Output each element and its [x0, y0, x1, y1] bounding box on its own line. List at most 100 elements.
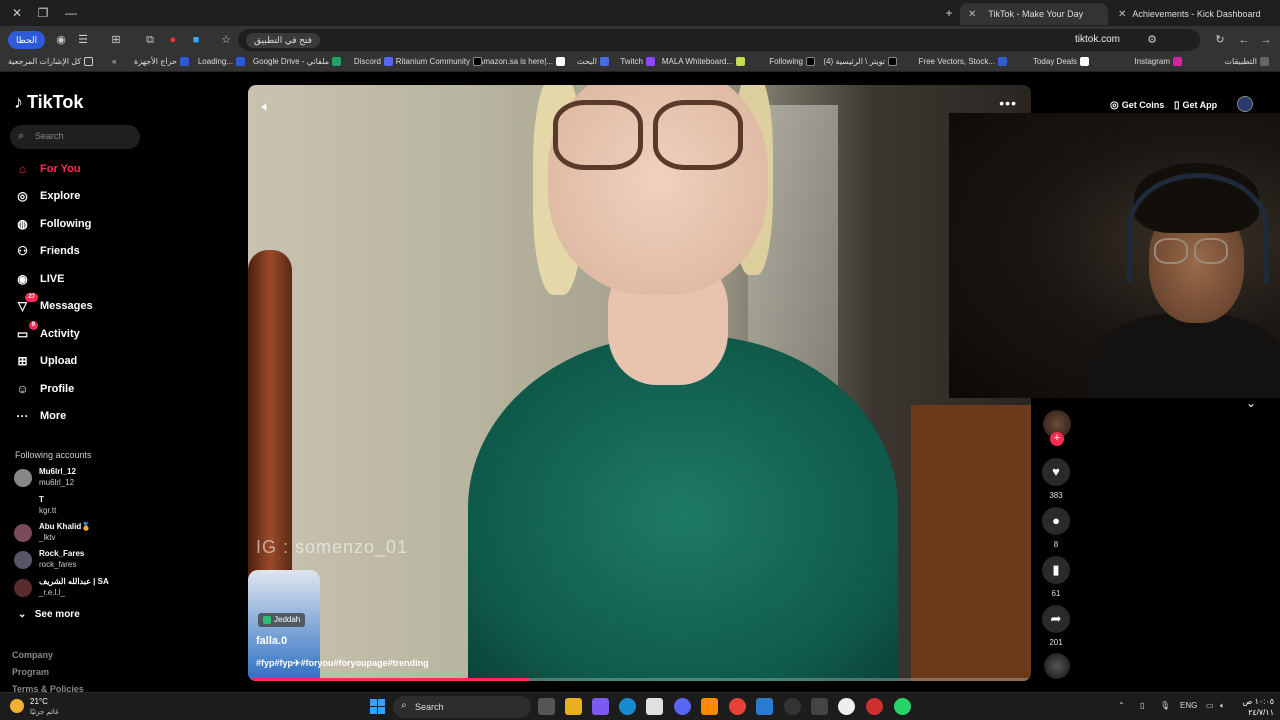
extension-icon[interactable]: ◉ — [53, 32, 69, 48]
weather-widget[interactable]: 21°C غائم جزئيًا — [10, 696, 70, 718]
bookmark-item[interactable]: Instagram — [1134, 57, 1185, 66]
location-tag[interactable]: Jeddah — [258, 613, 306, 627]
volume-icon[interactable]: 🔈︎ — [262, 98, 270, 115]
bookmark-item[interactable]: Google Drive - ملفاتي — [253, 57, 344, 66]
close-window-icon[interactable]: ✕ — [8, 4, 26, 22]
back-icon[interactable]: → — [1258, 32, 1274, 48]
bookmarks-overflow-icon[interactable]: « — [112, 57, 116, 66]
following-account[interactable]: Abu Khalid🏅 _lktv — [14, 522, 134, 546]
video-more-icon[interactable]: ••• — [999, 95, 1017, 111]
nav-messages[interactable]: ▽ 27 Messages — [14, 292, 93, 317]
nav-following[interactable]: ◍ Following — [14, 213, 91, 235]
store-icon[interactable] — [646, 698, 663, 715]
bookmark-item[interactable]: حراج الأجهزة — [134, 57, 192, 66]
tab-tiktok[interactable]: ✕ TikTok - Make Your Day — [960, 3, 1108, 25]
bookmark-item[interactable]: Free Vectors, Stock... — [919, 57, 1010, 66]
minimize-window-icon[interactable]: — — [62, 4, 80, 22]
following-account[interactable]: عبدالله الشريف | SA _r.e.l.l_ — [14, 577, 134, 601]
bookmark-item[interactable]: Twitch — [620, 57, 658, 66]
nav-profile[interactable]: ☺ Profile — [14, 378, 74, 400]
extension-icon[interactable]: ⧉ — [142, 32, 158, 48]
video-caption[interactable]: #fyp#fyp✈︎#foryou#foryoupage#trending — [256, 658, 429, 669]
bookmark-item[interactable]: Discord — [354, 57, 396, 66]
get-app-button[interactable]: ▯ Get App — [1174, 96, 1217, 114]
video-player[interactable]: IG : somenzo_01 🔈︎ ••• Jeddah falla.0 #f… — [248, 85, 1031, 681]
restore-window-icon[interactable]: ❐ — [34, 4, 52, 22]
tab-kick[interactable]: ✕ Achievements - Kick Dashboard — [1110, 3, 1278, 25]
tune-icon[interactable]: ⚙ — [1144, 32, 1160, 48]
bookmark-item[interactable]: تويتر \ الرئيسية (4) — [823, 57, 900, 66]
reload-icon[interactable]: ↻ — [1212, 32, 1228, 48]
following-account[interactable]: T kgr.tt — [14, 495, 134, 519]
steam-icon[interactable] — [866, 698, 883, 715]
close-tab-icon[interactable]: ✕ — [1118, 9, 1126, 20]
bookmark-item[interactable]: Loading... — [198, 57, 248, 66]
taskbar-search-input[interactable]: ⌕ Search — [393, 696, 531, 718]
open-in-app-chip[interactable]: فتح في التطبيق — [246, 33, 320, 48]
discord-app-icon[interactable] — [674, 698, 691, 715]
follow-plus-icon[interactable]: + — [1050, 432, 1064, 446]
extension-icon[interactable]: ● — [165, 32, 181, 48]
get-coins-button[interactable]: ◎ Get Coins — [1110, 96, 1164, 114]
new-tab-icon[interactable]: + — [940, 4, 958, 22]
copilot-icon[interactable] — [592, 698, 609, 715]
whatsapp-icon[interactable] — [894, 698, 911, 715]
network-icon[interactable]: ▭ — [1206, 701, 1214, 710]
bookmark-item[interactable]: البحث — [577, 57, 612, 66]
following-account[interactable]: Rock_Fares rock_fares — [14, 549, 134, 573]
url-bar[interactable]: فتح في التطبيق tiktok.com ⚙ — [238, 29, 1200, 51]
tray-overflow-icon[interactable]: ⌃ — [1118, 701, 1125, 710]
close-tab-icon[interactable]: ✕ — [968, 9, 976, 20]
chrome-icon[interactable] — [729, 698, 746, 715]
search-input[interactable]: ⌕ Search — [10, 125, 140, 149]
mail-icon[interactable] — [756, 698, 773, 715]
calculator-icon[interactable] — [811, 698, 828, 715]
music-disc-icon[interactable] — [1044, 653, 1070, 679]
next-video-chevron-icon[interactable]: ⌄ — [1246, 396, 1256, 410]
app-icon[interactable] — [838, 698, 855, 715]
extension-icon[interactable]: ⊞ — [108, 32, 124, 48]
save-button[interactable]: ▮ — [1042, 556, 1070, 584]
obs-icon[interactable] — [784, 698, 801, 715]
see-more-button[interactable]: ⌄ See more — [18, 609, 80, 620]
comment-button[interactable]: ● — [1042, 507, 1070, 535]
nav-friends[interactable]: ⚇ Friends — [14, 240, 80, 262]
all-bookmarks-item[interactable]: كل الإشارات المرجعية — [8, 57, 96, 66]
video-progress-bar[interactable] — [248, 678, 1031, 681]
bookmark-star-icon[interactable]: ☆ — [218, 32, 234, 48]
nav-activity[interactable]: ▭ 9 Activity — [14, 320, 80, 345]
bookmark-item[interactable]: Today Deals — [1033, 57, 1092, 66]
forward-icon[interactable]: ← — [1236, 32, 1252, 48]
profile-button[interactable]: الحطا — [8, 31, 46, 49]
language-indicator[interactable]: ENG — [1180, 701, 1197, 710]
video-author[interactable]: falla.0 — [256, 635, 287, 647]
bookmark-item[interactable]: Amazon.sa is here|... — [478, 57, 568, 66]
microphone-icon[interactable]: 🎙︎ — [1160, 701, 1170, 710]
following-account[interactable]: Mu6lrl_12 mu6lrl_12 — [14, 467, 134, 491]
footer-company-link[interactable]: Company — [12, 650, 53, 660]
file-explorer-icon[interactable] — [565, 698, 582, 715]
battery-icon[interactable]: ▯ — [1140, 701, 1144, 710]
nav-explore[interactable]: ◎ Explore — [14, 185, 80, 207]
task-view-icon[interactable] — [538, 698, 555, 715]
volume-tray-icon[interactable]: 🔈︎ — [1220, 701, 1225, 711]
edge-icon[interactable] — [619, 698, 636, 715]
taskbar-clock[interactable]: ١٠:٠٥ ص ٢٤/٧/١١ — [1238, 696, 1274, 718]
bookmark-item[interactable]: MALA Whiteboard... — [662, 57, 748, 66]
bookmark-item[interactable]: Following — [769, 57, 818, 66]
bookmark-item[interactable]: Ritanium Community — [396, 57, 485, 66]
like-button[interactable]: ♥ — [1042, 458, 1070, 486]
nav-for-you[interactable]: ⌂ For You — [14, 158, 81, 180]
tiktok-logo[interactable]: ♪ TikTok — [14, 92, 83, 113]
nav-live[interactable]: ◉ LIVE — [14, 268, 64, 290]
share-button[interactable]: ➦ — [1042, 605, 1070, 633]
user-avatar[interactable] — [1237, 96, 1253, 112]
bookmark-item[interactable]: التطبيقات — [1225, 57, 1272, 66]
nav-upload[interactable]: ⊞ Upload — [14, 350, 77, 372]
nav-more[interactable]: ··· More — [14, 405, 67, 427]
illustrator-icon[interactable] — [701, 698, 718, 715]
extension-icon[interactable]: ■ — [188, 32, 204, 48]
windows-start-icon[interactable] — [370, 699, 385, 714]
footer-program-link[interactable]: Program — [12, 667, 49, 677]
extension-icon[interactable]: ☰ — [75, 32, 91, 48]
